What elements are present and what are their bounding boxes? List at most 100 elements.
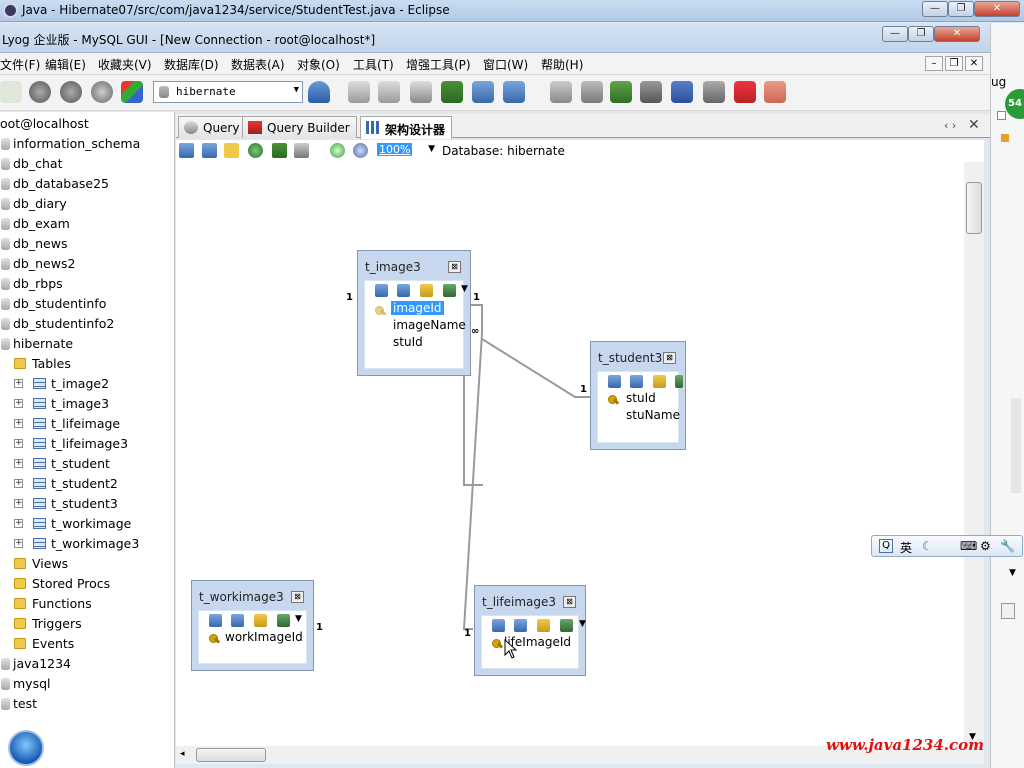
open-icon[interactable]: [224, 143, 239, 158]
tree-table[interactable]: + t_lifeimage: [0, 414, 174, 434]
user-manager-icon[interactable]: [308, 81, 330, 103]
stop-query-icon[interactable]: [91, 81, 113, 103]
expand-icon[interactable]: +: [14, 439, 23, 448]
add-table-icon[interactable]: [179, 143, 194, 158]
tree-table[interactable]: + t_student3: [0, 494, 174, 514]
backup-icon[interactable]: [378, 81, 400, 103]
tree-folder[interactable]: Stored Procs: [0, 574, 174, 594]
menu-edit[interactable]: 编辑(E): [45, 56, 86, 73]
right-scroll-thumb[interactable]: [1001, 603, 1015, 619]
windows-start-icon[interactable]: [8, 730, 44, 766]
chevron-down-icon[interactable]: ▼: [579, 619, 586, 629]
manage-index-icon[interactable]: [630, 375, 643, 388]
tree-table[interactable]: + t_image3: [0, 394, 174, 414]
ime-logo-icon[interactable]: Q: [879, 539, 893, 553]
migration-icon[interactable]: [640, 81, 662, 103]
vertical-scrollbar[interactable]: ▼: [964, 162, 984, 746]
manage-index-icon[interactable]: [397, 284, 410, 297]
tree-database[interactable]: db_studentinfo: [0, 294, 174, 314]
tree-folder-tables[interactable]: Tables: [0, 354, 174, 374]
notification-icon[interactable]: [703, 81, 725, 103]
wrench-icon[interactable]: 🔧: [1000, 539, 1015, 553]
tree-database[interactable]: db_database25: [0, 174, 174, 194]
scroll-tabs-icon[interactable]: ‹ ›: [944, 119, 956, 132]
tab-query[interactable]: Query: [178, 116, 247, 138]
mdi-close-button[interactable]: ✕: [965, 56, 983, 71]
tree-database[interactable]: db_exam: [0, 214, 174, 234]
menu-tools[interactable]: 工具(T): [353, 56, 394, 73]
tree-table[interactable]: + t_student2: [0, 474, 174, 494]
query-builder-icon[interactable]: [550, 81, 572, 103]
execute-all-icon[interactable]: [60, 81, 82, 103]
moon-icon[interactable]: ☾: [922, 539, 933, 553]
menu-help[interactable]: 帮助(H): [541, 56, 583, 73]
expand-icon[interactable]: +: [14, 479, 23, 488]
tree-table[interactable]: + t_workimage3: [0, 534, 174, 554]
export-icon[interactable]: [503, 81, 525, 103]
vertical-scroll-thumb[interactable]: [966, 182, 982, 234]
menu-database[interactable]: 数据库(D): [164, 56, 219, 73]
chevron-down-icon[interactable]: ▼: [1009, 568, 1016, 578]
sqlyog-close-button[interactable]: ✕: [934, 26, 980, 42]
expand-icon[interactable]: +: [14, 419, 23, 428]
keyboard-icon[interactable]: ⌨: [960, 539, 977, 553]
insert-icon[interactable]: [675, 375, 683, 388]
chevron-down-icon[interactable]: ▼: [461, 284, 468, 294]
entity-t-lifeimage3[interactable]: t_lifeimage3 ⊠ ▼ lifeImageId: [474, 585, 586, 676]
scroll-left-icon[interactable]: ◂: [180, 749, 185, 759]
sync-icon[interactable]: [581, 81, 603, 103]
relationship-icon[interactable]: [537, 619, 550, 632]
column-imagename[interactable]: imageName: [393, 318, 466, 332]
close-icon[interactable]: ⊠: [291, 591, 304, 603]
close-icon[interactable]: ⊠: [563, 596, 576, 608]
tree-folder[interactable]: Events: [0, 634, 174, 654]
edit-table-icon[interactable]: [608, 375, 621, 388]
checkbox-icon[interactable]: [997, 111, 1006, 120]
column-workimageid[interactable]: workImageId: [225, 630, 303, 644]
menu-objects[interactable]: 对象(O): [297, 56, 340, 73]
manage-index-icon[interactable]: [514, 619, 527, 632]
relationship-icon[interactable]: [420, 284, 433, 297]
tree-folder[interactable]: Triggers: [0, 614, 174, 634]
tree-database[interactable]: test: [0, 694, 174, 714]
create-database-icon[interactable]: [348, 81, 370, 103]
tree-table[interactable]: + t_lifeimage3: [0, 434, 174, 454]
eclipse-restore-button[interactable]: ❐: [948, 1, 974, 17]
tree-table[interactable]: + t_image2: [0, 374, 174, 394]
expand-icon[interactable]: +: [14, 379, 23, 388]
expand-icon[interactable]: +: [14, 459, 23, 468]
tree-database[interactable]: db_chat: [0, 154, 174, 174]
schema-canvas[interactable]: t_image3 ⊠ ▼ imageId imageName stuId t_s…: [176, 162, 984, 746]
print-icon[interactable]: [294, 143, 309, 158]
schema-sync-icon[interactable]: [764, 81, 786, 103]
database-selector[interactable]: hibernate ▼: [153, 81, 303, 103]
eclipse-close-button[interactable]: ✕: [974, 1, 1020, 17]
report-icon[interactable]: [734, 81, 756, 103]
tree-database[interactable]: java1234: [0, 654, 174, 674]
mdi-restore-button[interactable]: ❐: [945, 56, 963, 71]
expand-icon[interactable]: +: [14, 519, 23, 528]
tree-database[interactable]: db_news2: [0, 254, 174, 274]
tree-root-connection[interactable]: oot@localhost: [0, 114, 174, 134]
menu-favorites[interactable]: 收藏夹(V): [98, 56, 152, 73]
menu-powertools[interactable]: 增强工具(P): [406, 56, 471, 73]
tree-folder[interactable]: Views: [0, 554, 174, 574]
horizontal-scroll-thumb[interactable]: [196, 748, 266, 762]
manage-index-icon[interactable]: [231, 614, 244, 627]
column-stuname[interactable]: stuName: [626, 408, 680, 422]
tree-table[interactable]: + t_workimage: [0, 514, 174, 534]
close-icon[interactable]: ⊠: [448, 261, 461, 273]
tree-database[interactable]: db_studentinfo2: [0, 314, 174, 334]
execute-query-icon[interactable]: [29, 81, 51, 103]
menu-window[interactable]: 窗口(W): [483, 56, 528, 73]
edit-table-icon[interactable]: [375, 284, 388, 297]
relationship-icon[interactable]: [254, 614, 267, 627]
ime-language-toggle[interactable]: 英: [900, 539, 912, 556]
tree-folder[interactable]: Functions: [0, 594, 174, 614]
entity-t-image3[interactable]: t_image3 ⊠ ▼ imageId imageName stuId: [357, 250, 471, 376]
connect-icon[interactable]: [0, 81, 22, 103]
insert-icon[interactable]: [560, 619, 573, 632]
save-image-icon[interactable]: [272, 143, 287, 158]
relationship-icon[interactable]: [653, 375, 666, 388]
column-stuid[interactable]: stuId: [626, 391, 656, 405]
